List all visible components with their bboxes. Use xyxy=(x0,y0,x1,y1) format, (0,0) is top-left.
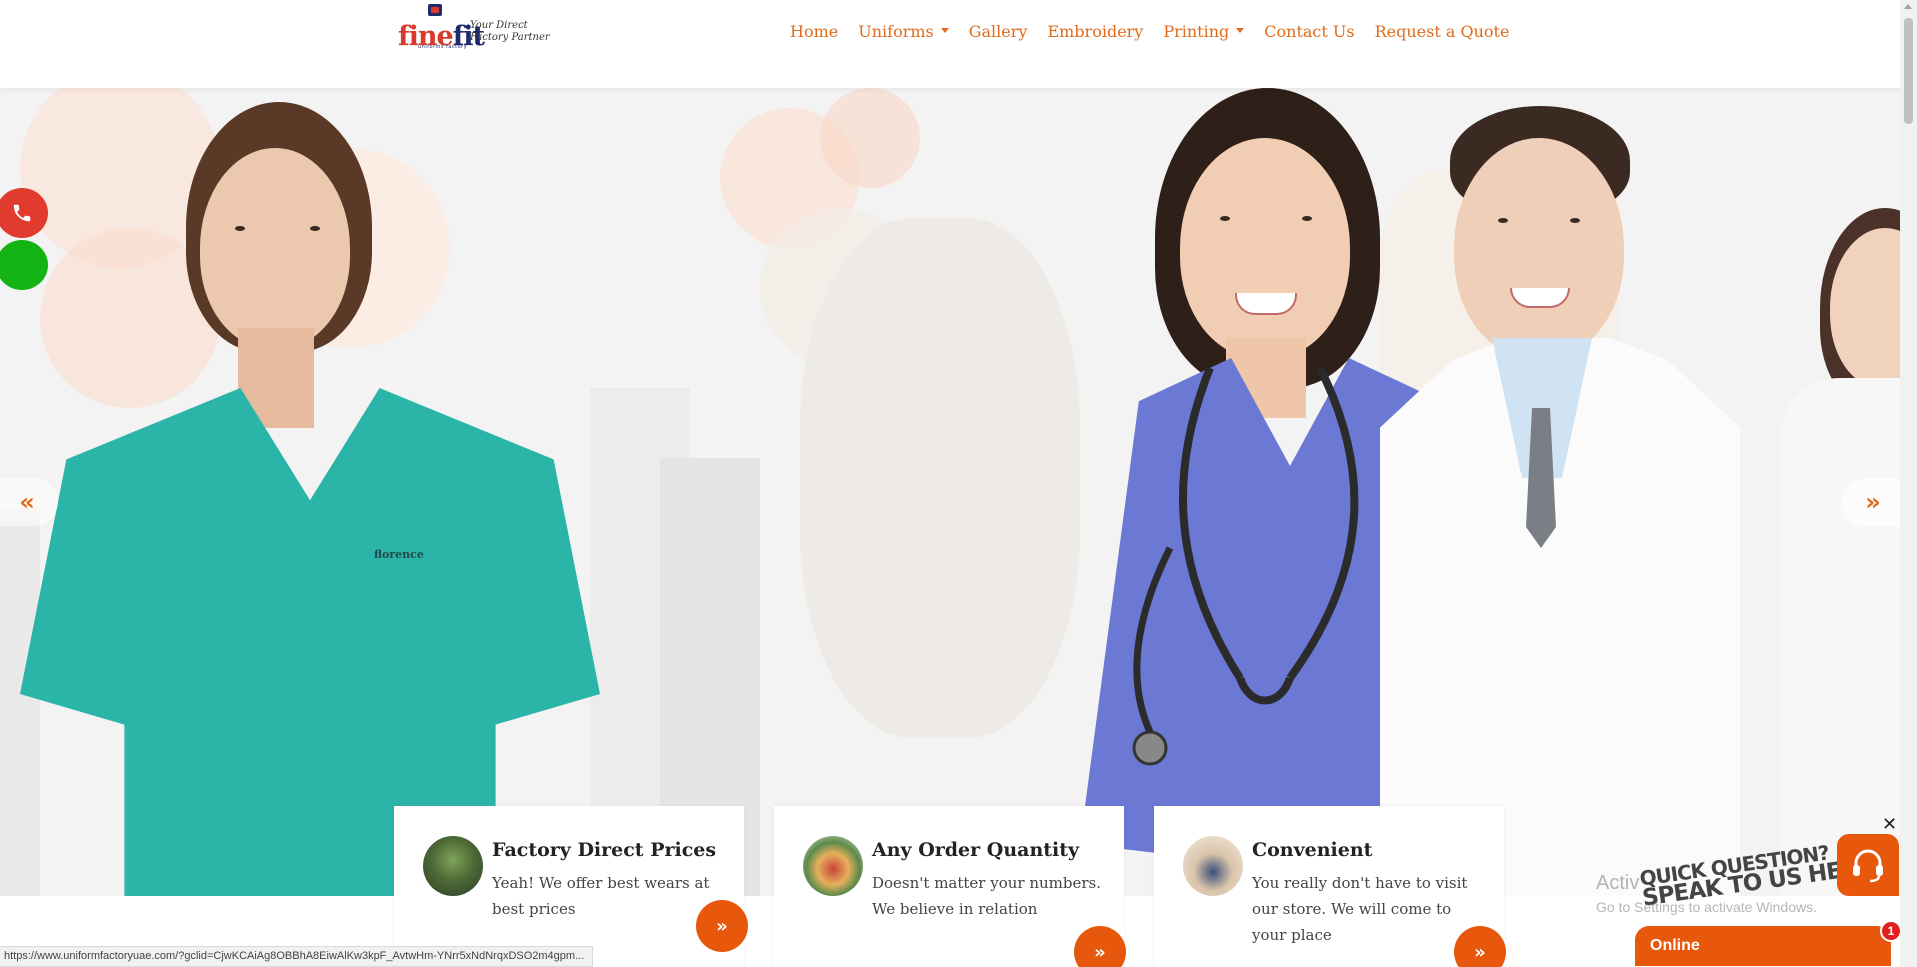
nav-request-quote[interactable]: Request a Quote xyxy=(1375,22,1510,41)
model-smile xyxy=(1235,293,1297,315)
main-nav: Home Uniforms Gallery Embroidery Printin… xyxy=(790,22,1509,41)
chat-open-button[interactable] xyxy=(1837,834,1899,896)
decor-bubble xyxy=(820,88,920,188)
caret-down-icon xyxy=(1236,28,1245,33)
nav-request-quote-label: Request a Quote xyxy=(1374,22,1510,41)
slider-next-button[interactable]: » xyxy=(1842,478,1900,526)
feature-card-convenient: Convenient You really don't have to visi… xyxy=(1154,806,1506,967)
nav-home[interactable]: Home xyxy=(790,22,838,41)
model-eye xyxy=(1302,216,1312,221)
nav-embroidery-label: Embroidery xyxy=(1047,22,1144,41)
nav-contact-label: Contact Us xyxy=(1264,22,1355,41)
feature-more-button[interactable]: » xyxy=(696,900,748,952)
model-eye xyxy=(1498,218,1508,223)
shopping-bags-icon xyxy=(803,836,863,896)
model-face xyxy=(1180,138,1350,358)
logo-subtitle: uniforms factory xyxy=(418,44,468,50)
phone-icon xyxy=(13,204,31,222)
chat-unread-badge: 1 xyxy=(1880,920,1902,942)
nav-embroidery[interactable]: Embroidery xyxy=(1047,22,1143,41)
scrollbar-thumb[interactable] xyxy=(1904,18,1913,124)
scroll-up-icon[interactable] xyxy=(1904,4,1912,9)
feature-text: Yeah! We offer best wears at best prices xyxy=(492,874,710,918)
double-chevron-right-icon: » xyxy=(716,915,728,937)
feature-text: Doesn't matter your numbers. We believe … xyxy=(872,874,1102,918)
double-chevron-left-icon: « xyxy=(19,488,35,516)
headset-icon xyxy=(1853,849,1883,883)
model-male-doctor xyxy=(1380,88,1740,896)
feature-title: Convenient xyxy=(1252,839,1373,861)
double-chevron-right-icon: » xyxy=(1094,941,1106,963)
nav-home-label: Home xyxy=(790,22,839,41)
double-chevron-right-icon: » xyxy=(1474,941,1486,963)
nav-uniforms[interactable]: Uniforms xyxy=(858,22,949,41)
hero-slider: florence « » xyxy=(0,88,1900,896)
meeting-icon xyxy=(1183,836,1243,896)
site-logo[interactable]: finefit uniforms factory Your Direct Fac… xyxy=(398,4,550,50)
model-face xyxy=(200,148,350,348)
slider-prev-button[interactable]: « xyxy=(0,478,58,526)
page-scrollbar[interactable] xyxy=(1900,0,1917,967)
nav-uniforms-label: Uniforms xyxy=(858,22,934,41)
decor-building xyxy=(800,218,1080,738)
nav-printing-label: Printing xyxy=(1163,22,1230,41)
nav-printing[interactable]: Printing xyxy=(1163,22,1245,41)
site-header: finefit uniforms factory Your Direct Fac… xyxy=(0,0,1900,88)
model-teal-scrubs: florence xyxy=(0,88,620,896)
feature-more-button[interactable]: » xyxy=(1454,926,1506,967)
nav-gallery[interactable]: Gallery xyxy=(969,22,1028,41)
feature-title: Any Order Quantity xyxy=(872,839,1080,861)
model-face xyxy=(1454,138,1624,358)
feature-card-quantity: Any Order Quantity Doesn't matter your n… xyxy=(774,806,1126,967)
plant-coins-icon xyxy=(423,836,483,896)
nav-gallery-label: Gallery xyxy=(968,22,1028,41)
feature-text: You really don't have to visit our store… xyxy=(1252,874,1468,944)
spool-icon xyxy=(428,4,442,16)
browser-status-url: https://www.uniformfactoryuae.com/?gclid… xyxy=(0,946,594,967)
feature-title: Factory Direct Prices xyxy=(492,839,717,861)
feature-card-prices: Factory Direct Prices Yeah! We offer bes… xyxy=(394,806,748,967)
model-eye xyxy=(1220,216,1230,221)
chat-status-bar[interactable]: Online xyxy=(1635,926,1891,966)
model-eye xyxy=(1570,218,1580,223)
model-eye xyxy=(235,226,245,231)
model-female-doctor xyxy=(1780,208,1900,896)
feature-more-button[interactable]: » xyxy=(1074,926,1126,967)
stethoscope-icon xyxy=(1132,366,1359,766)
chat-close-button[interactable]: ✕ xyxy=(1882,814,1897,835)
caret-down-icon xyxy=(940,28,949,33)
double-chevron-right-icon: » xyxy=(1865,488,1881,516)
nav-contact-us[interactable]: Contact Us xyxy=(1264,22,1354,41)
shirt-logo: florence xyxy=(374,548,424,561)
model-eye xyxy=(310,226,320,231)
logo-tagline: Your Direct Factory Partner xyxy=(470,20,550,43)
